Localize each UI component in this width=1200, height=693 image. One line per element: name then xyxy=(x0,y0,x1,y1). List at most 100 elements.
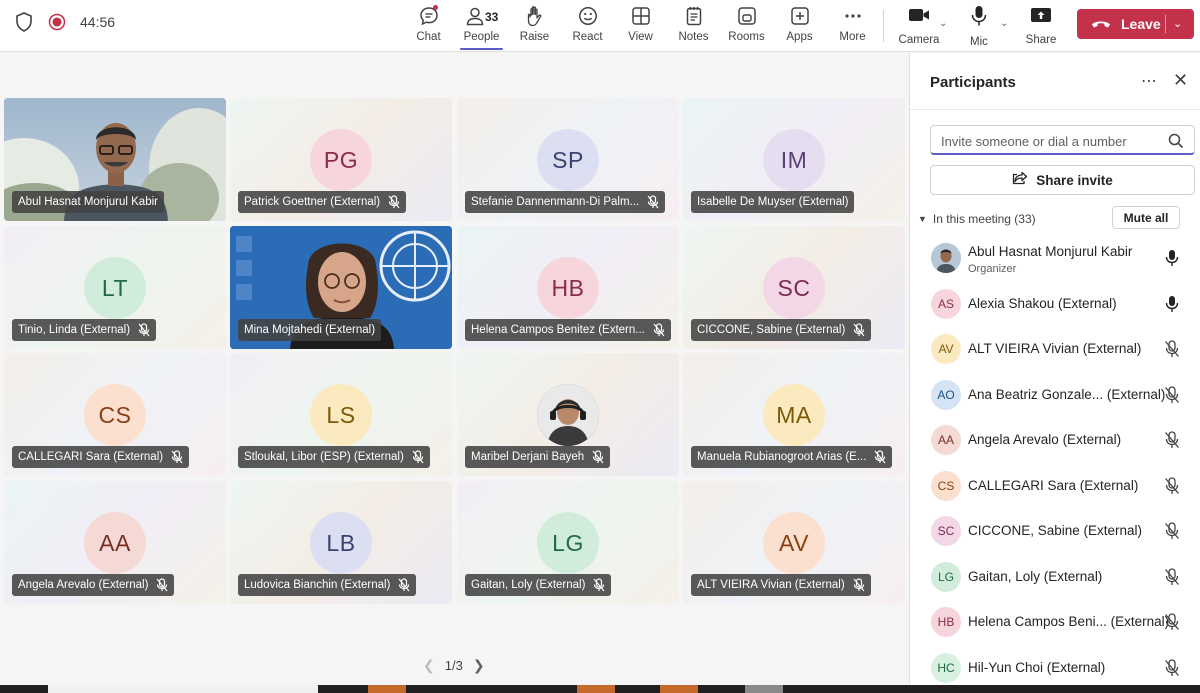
participant-tile[interactable]: LB Ludovica Bianchin (External) xyxy=(230,481,452,604)
page-indicator: 1/3 xyxy=(444,658,463,673)
leave-label: Leave xyxy=(1121,16,1161,32)
rooms-button[interactable]: Rooms xyxy=(720,0,773,52)
video-stage: Abul Hasnat Monjurul Kabir PG Patrick Go… xyxy=(0,53,909,693)
participant-tile[interactable]: IM Isabelle De Muyser (External) xyxy=(683,98,905,221)
previous-page-chevron-icon[interactable]: ❮ xyxy=(423,657,435,674)
panel-more-icon[interactable]: ⋯ xyxy=(1141,71,1158,91)
list-item[interactable]: SC CICCONE, Sabine (External) xyxy=(910,509,1200,555)
participant-name: Patrick Goettner (External) xyxy=(244,196,381,208)
participant-name: Isabelle De Muyser (External) xyxy=(697,196,849,208)
participant-list: Abul Hasnat Monjurul Kabir Organizer AS … xyxy=(910,236,1200,691)
meeting-status: 44:56 xyxy=(14,12,115,32)
mic-muted-icon xyxy=(1163,567,1181,586)
profile-photo xyxy=(931,243,961,273)
invite-input[interactable] xyxy=(941,131,1161,151)
taskbar-segment xyxy=(48,685,318,693)
participant-tile[interactable]: LG Gaitan, Loly (External) xyxy=(457,481,679,604)
mic-button[interactable]: Mic xyxy=(954,0,1004,52)
camera-button[interactable]: Camera xyxy=(894,0,944,52)
more-button[interactable]: More xyxy=(826,0,879,52)
taskbar-segment xyxy=(745,685,783,693)
participant-name: Ana Beatriz Gonzale... (External) xyxy=(968,386,1166,402)
participant-name-tag: Angela Arevalo (External) xyxy=(12,574,175,596)
in-meeting-section-toggle[interactable]: ▼ In this meeting (33) xyxy=(918,212,1036,226)
participant-name: ALT VIEIRA Vivian (External) xyxy=(697,579,845,591)
mic-options-chevron-icon[interactable]: ⌄ xyxy=(1000,18,1008,29)
participant-name: Helena Campos Beni... (External) xyxy=(968,614,1170,629)
mic-muted-icon xyxy=(853,578,865,592)
participant-tile[interactable]: Maribel Derjani Bayeh xyxy=(457,353,679,476)
participant-tile[interactable]: CS CALLEGARI Sara (External) xyxy=(4,353,226,476)
shield-icon[interactable] xyxy=(14,12,34,32)
participant-name: Gaitan, Loly (External) xyxy=(968,568,1103,584)
close-icon[interactable]: ✕ xyxy=(1173,70,1188,91)
list-item[interactable]: AS Alexia Shakou (External) xyxy=(910,282,1200,328)
participant-name: Alexia Shakou (External) xyxy=(968,295,1117,311)
participant-name: Abul Hasnat Monjurul Kabir xyxy=(18,196,158,208)
participant-name: Angela Arevalo (External) xyxy=(18,579,149,591)
avatar xyxy=(537,384,599,446)
mic-muted-icon xyxy=(1163,476,1181,495)
people-button[interactable]: 33 People xyxy=(455,0,508,52)
camera-options-chevron-icon[interactable]: ⌄ xyxy=(939,18,947,29)
next-page-chevron-icon[interactable]: ❯ xyxy=(473,657,485,674)
mic-muted-icon xyxy=(593,578,605,592)
avatar: AV xyxy=(763,512,825,574)
participant-tile[interactable]: AA Angela Arevalo (External) xyxy=(4,481,226,604)
list-item[interactable]: AV ALT VIEIRA Vivian (External) xyxy=(910,327,1200,373)
participant-name: CALLEGARI Sara (External) xyxy=(18,451,164,463)
participant-name: Angela Arevalo (External) xyxy=(968,432,1122,447)
react-button[interactable]: React xyxy=(561,0,614,52)
participant-tile[interactable]: AV ALT VIEIRA Vivian (External) xyxy=(683,481,905,604)
list-item[interactable]: LG Gaitan, Loly (External) xyxy=(910,555,1200,601)
avatar: SP xyxy=(537,129,599,191)
participant-tile[interactable]: Abul Hasnat Monjurul Kabir xyxy=(4,98,226,221)
mic-muted-icon xyxy=(398,578,410,592)
notes-icon xyxy=(683,5,705,27)
participant-tile[interactable]: PG Patrick Goettner (External) xyxy=(230,98,452,221)
participant-tile[interactable]: SP Stefanie Dannenmann-Di Palm... xyxy=(457,98,679,221)
participant-name: CICCONE, Sabine (External) xyxy=(968,523,1143,538)
participant-name: Stloukal, Libor (ESP) (External) xyxy=(244,451,404,463)
leave-options-chevron-icon[interactable]: ⌄ xyxy=(1173,17,1182,30)
view-label: View xyxy=(628,31,653,43)
camera-label: Camera xyxy=(898,34,940,46)
participant-tile[interactable]: MA Manuela Rubianogroot Arias (E... xyxy=(683,353,905,476)
share-invite-button[interactable]: Share invite xyxy=(930,165,1195,195)
participant-tile[interactable]: LS Stloukal, Libor (ESP) (External) xyxy=(230,353,452,476)
participant-tile[interactable]: HB Helena Campos Benitez (Extern... xyxy=(457,226,679,349)
mic-muted-icon xyxy=(1163,522,1181,540)
participant-tile[interactable]: Mina Mojtahedi (External) xyxy=(230,226,452,349)
raise-hand-button[interactable]: Raise xyxy=(508,0,561,52)
apps-button[interactable]: Apps xyxy=(773,0,826,52)
grid-icon xyxy=(630,5,652,27)
mute-all-button[interactable]: Mute all xyxy=(1112,206,1180,229)
avatar: CS xyxy=(931,470,961,501)
participant-name-tag: Manuela Rubianogroot Arias (E... xyxy=(691,446,893,468)
participant-name: Hil-Yun Choi (External) xyxy=(968,659,1106,675)
participant-tile[interactable]: SC CICCONE, Sabine (External) xyxy=(683,226,905,349)
participant-name: CALLEGARI Sara (External) xyxy=(968,477,1139,493)
list-item[interactable]: AA Angela Arevalo (External) xyxy=(910,418,1200,464)
notes-button[interactable]: Notes xyxy=(667,0,720,52)
list-item[interactable]: AO Ana Beatriz Gonzale... (External) xyxy=(910,373,1200,419)
mic-muted-icon xyxy=(1163,431,1181,449)
meeting-actions: Chat 33 People Raise React View Notes Ro… xyxy=(402,0,879,52)
mic-muted-icon xyxy=(1163,658,1181,677)
participant-name: Stefanie Dannenmann-Di Palm... xyxy=(471,196,640,208)
list-item[interactable]: CS CALLEGARI Sara (External) xyxy=(910,464,1200,510)
leave-button[interactable]: Leave ⌄ xyxy=(1077,9,1194,39)
invite-field xyxy=(930,125,1195,155)
taskbar-segment xyxy=(660,685,698,693)
list-item[interactable]: Abul Hasnat Monjurul Kabir Organizer xyxy=(910,236,1200,282)
mic-muted-icon xyxy=(171,450,183,464)
view-button[interactable]: View xyxy=(614,0,667,52)
plus-square-icon xyxy=(789,5,811,27)
participant-tile[interactable]: LT Tinio, Linda (External) xyxy=(4,226,226,349)
participant-name: Gaitan, Loly (External) xyxy=(471,579,586,591)
chat-button[interactable]: Chat xyxy=(402,0,455,52)
share-icon xyxy=(1012,171,1028,190)
list-item[interactable]: HB Helena Campos Beni... (External) xyxy=(910,600,1200,646)
avatar: SC xyxy=(931,516,961,546)
share-button[interactable]: Share xyxy=(1016,0,1066,52)
